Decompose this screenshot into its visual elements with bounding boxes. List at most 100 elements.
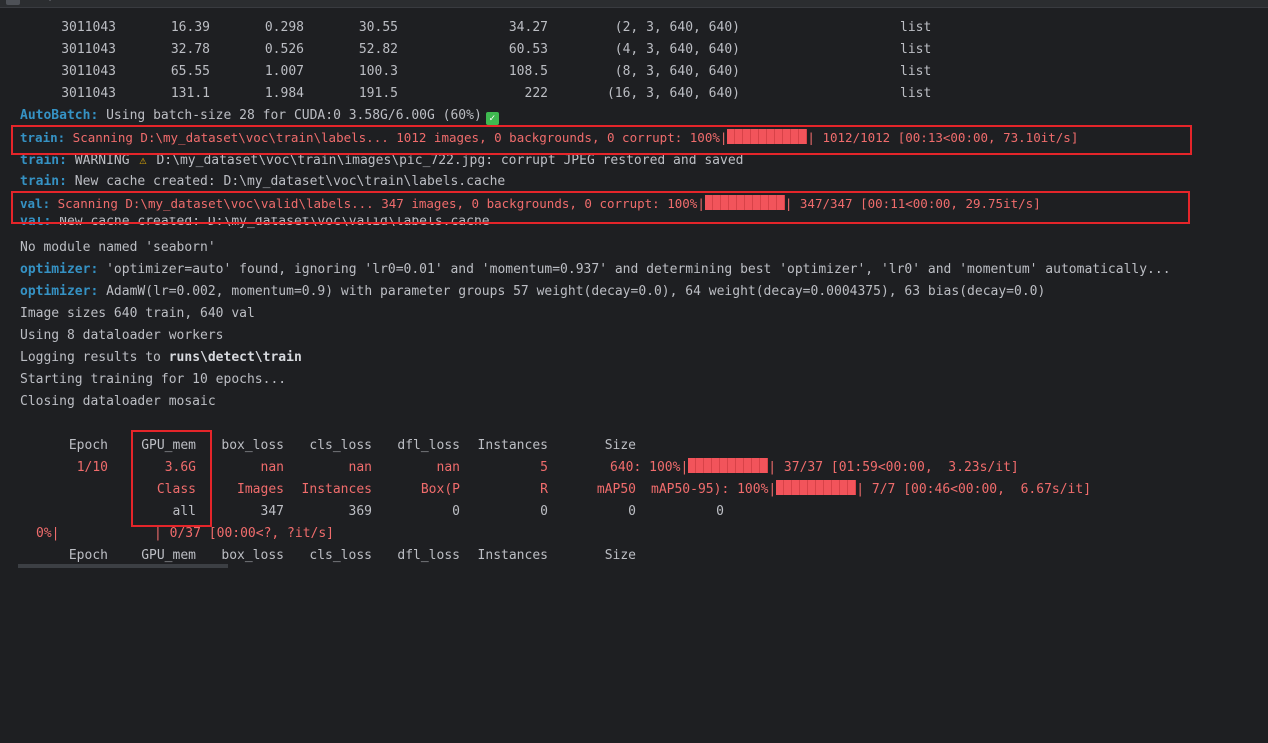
val-progress-bar	[776, 480, 857, 495]
output-cell: list	[900, 64, 932, 79]
val-p: 0	[452, 504, 460, 519]
header-instances: Instances	[477, 438, 548, 453]
forward-cell: 191.5	[358, 86, 398, 101]
image-sizes-text: Image sizes 640 train, 640 val	[20, 306, 255, 321]
gflops-cell: 131.1	[170, 86, 210, 101]
backward-cell: 222	[524, 86, 548, 101]
closing-text: Closing dataloader mosaic	[20, 394, 216, 409]
check-icon: ✓	[485, 112, 499, 125]
closing-line: Closing dataloader mosaic	[0, 391, 1268, 413]
val-header-r: R	[540, 482, 548, 497]
val-images: 347	[260, 504, 284, 519]
val-map50: 0	[628, 504, 636, 519]
val-header-map50: mAP50	[596, 482, 636, 497]
header-epoch: Epoch	[68, 438, 108, 453]
cls-loss-value: nan	[348, 460, 372, 475]
optimizer-line: optimizer: AdamW(lr=0.002, momentum=0.9)…	[0, 281, 1268, 303]
instances-value: 5	[540, 460, 548, 475]
val-scan-line: val: Scanning D:\my_dataset\voc\valid\la…	[0, 193, 1268, 215]
optimizer-prefix: optimizer:	[20, 262, 99, 277]
params-cell: 3011043	[61, 86, 116, 101]
header-dfl-loss: dfl_loss	[397, 548, 460, 563]
output-cell: list	[900, 86, 932, 101]
val-header-images: Images	[237, 482, 284, 497]
train-scan-line: train: Scanning D:\my_dataset\voc\train\…	[0, 127, 1268, 149]
val-header-class: Class	[156, 482, 196, 497]
epoch-progress-bar	[688, 458, 769, 473]
gflops-cell: 16.39	[170, 20, 210, 35]
train-prefix: train:	[20, 153, 67, 168]
header-instances: Instances	[477, 548, 548, 563]
no-module-text: No module named 'seaborn'	[20, 240, 216, 255]
train-prefix: train:	[20, 174, 67, 189]
train-warning-text: D:\my_dataset\voc\train\images\pic_722.j…	[148, 153, 744, 168]
forward-cell: 52.82	[358, 42, 398, 57]
workers-text: Using 8 dataloader workers	[20, 328, 224, 343]
params-cell: 3011043	[61, 20, 116, 35]
size-value: 640: 100%|	[610, 460, 689, 475]
train-progress-bar	[727, 129, 808, 144]
val-prefix: val:	[20, 196, 51, 211]
optimizer-text: AdamW(lr=0.002, momentum=0.9) with param…	[98, 284, 1046, 299]
input-cell: (2, 3, 640, 640)	[614, 20, 740, 35]
val-class: all	[172, 504, 196, 519]
forward-cell: 100.3	[358, 64, 398, 79]
val-header-row: Class Images Instances Box(P R mAP50 mAP…	[0, 479, 1268, 501]
batch-row: 3011043 131.1 1.984 191.5 222 (16, 3, 64…	[0, 83, 1268, 105]
batch-row: 3011043 65.55 1.007 100.3 108.5 (8, 3, 6…	[0, 61, 1268, 83]
next-epoch-progress-row: 0%| | 0/37 [00:00<?, ?it/s]	[0, 523, 1268, 545]
val-scan-tail: | 347/347 [00:11<00:00, 29.75it/s]	[784, 196, 1041, 211]
val-header-map5095: mAP50-95): 100%|	[651, 482, 777, 497]
optimizer-line: optimizer: 'optimizer=auto' found, ignor…	[0, 259, 1268, 281]
epoch-progress-row: 1/10 3.6G nan nan nan 5 640: 100%| | 37/3…	[0, 457, 1268, 479]
val-progress-bar	[704, 195, 785, 210]
starting-line: Starting training for 10 epochs...	[0, 369, 1268, 391]
optimizer-text: 'optimizer=auto' found, ignoring 'lr0=0.…	[98, 262, 1171, 277]
val-cache-text: New cache created: D:\my_dataset\voc\val…	[51, 217, 490, 229]
warning-icon: ⚠	[139, 153, 147, 167]
image-sizes-line: Image sizes 640 train, 640 val	[0, 303, 1268, 325]
val-header-box: Box(P	[420, 482, 460, 497]
no-module-line: No module named 'seaborn'	[0, 237, 1268, 259]
gpu-mem-cell: 1.007	[264, 64, 304, 79]
val-cache-line: val: New cache created: D:\my_dataset\vo…	[0, 217, 1268, 231]
train-scan-text: Scanning D:\my_dataset\voc\train\labels.…	[65, 130, 728, 145]
val-scan-text: Scanning D:\my_dataset\voc\valid\labels.…	[50, 196, 705, 211]
val-results-row: all 347 369 0 0 0 0	[0, 501, 1268, 523]
autobatch-line: AutoBatch: Using batch-size 28 for CUDA:…	[0, 105, 1268, 127]
backward-cell: 34.27	[508, 20, 548, 35]
header-size: Size	[604, 438, 636, 453]
gpu-mem-cell: 0.298	[264, 20, 304, 35]
header-dfl-loss: dfl_loss	[397, 438, 460, 453]
workers-line: Using 8 dataloader workers	[0, 325, 1268, 347]
input-cell: (4, 3, 640, 640)	[614, 42, 740, 57]
autobatch-prefix: AutoBatch:	[20, 108, 99, 123]
input-cell: (16, 3, 640, 640)	[606, 86, 740, 101]
input-cell: (8, 3, 640, 640)	[614, 64, 740, 79]
gflops-cell: 32.78	[170, 42, 210, 57]
train-scan-tail: | 1012/1012 [00:13<00:00, 73.10it/s]	[807, 130, 1079, 145]
progress-pct: 0%|	[36, 526, 60, 541]
val-r: 0	[540, 504, 548, 519]
backward-cell: 108.5	[508, 64, 548, 79]
forward-cell: 30.55	[358, 20, 398, 35]
gpu-mem-cell: 1.984	[264, 86, 304, 101]
batch-row: 3011043 16.39 0.298 30.55 34.27 (2, 3, 6…	[0, 17, 1268, 39]
epoch-header-row: Epoch GPU_mem box_loss cls_loss dfl_loss…	[0, 435, 1268, 457]
warning-label: WARNING	[66, 153, 138, 168]
horizontal-scrollbar[interactable]	[18, 564, 228, 568]
epoch-value: 1/10	[76, 460, 108, 475]
dfl-loss-value: nan	[436, 460, 460, 475]
logging-line: Logging results to runs\detect\train	[0, 347, 1268, 369]
train-prefix: train:	[20, 130, 66, 145]
val-header-tail: | 7/7 [00:46<00:00, 6.67s/it]	[856, 482, 1092, 497]
gpu-mem-cell: 0.526	[264, 42, 304, 57]
batch-row: 3011043 32.78 0.526 52.82 60.53 (4, 3, 6…	[0, 39, 1268, 61]
gflops-cell: 65.55	[170, 64, 210, 79]
output-cell: list	[900, 42, 932, 57]
progress-tail: | 0/37 [00:00<?, ?it/s]	[154, 526, 335, 541]
logging-text: Logging results to	[20, 350, 169, 365]
val-prefix: val:	[20, 217, 52, 229]
epoch-tail: | 37/37 [01:59<00:00, 3.23s/it]	[768, 460, 1019, 475]
backward-cell: 60.53	[508, 42, 548, 57]
